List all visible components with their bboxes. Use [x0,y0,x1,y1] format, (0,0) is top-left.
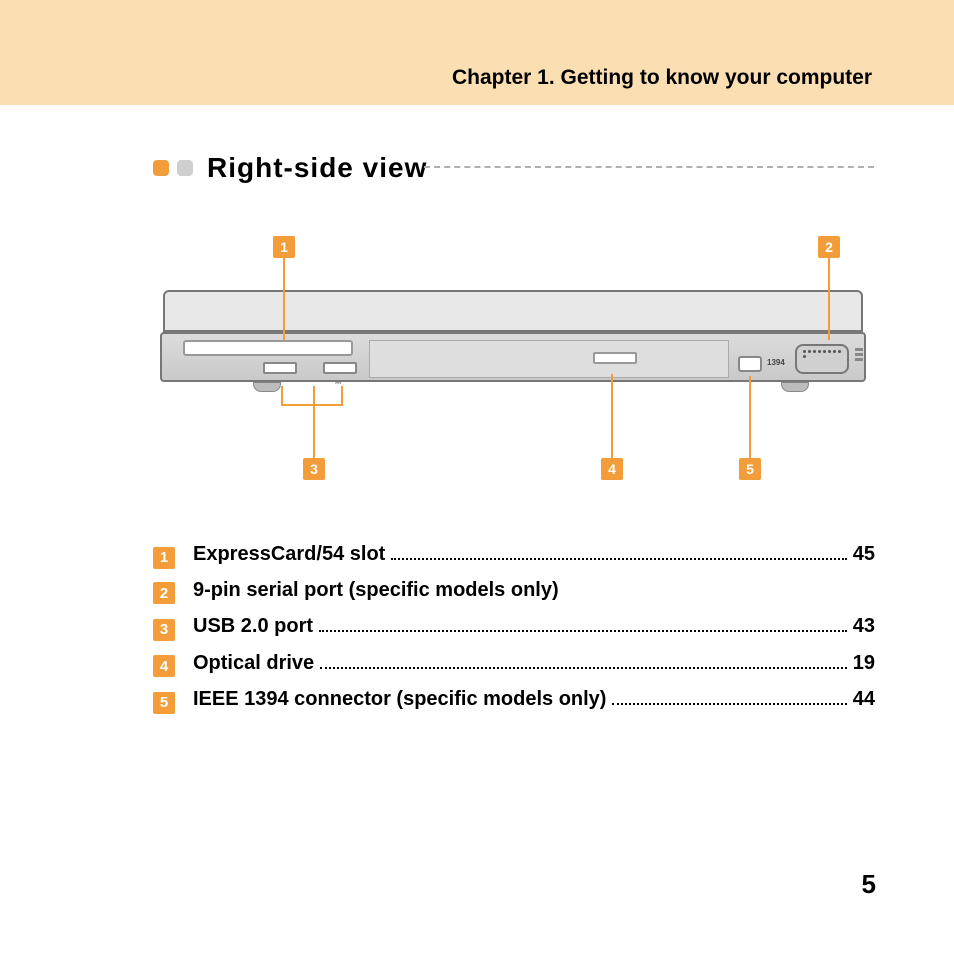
callout-badge-5: 5 [739,458,761,480]
section-heading: Right-side view [153,152,427,184]
legend-dot-leader [612,687,846,705]
callout-leader [749,376,751,458]
callout-leader [281,404,343,406]
ieee1394-label: 1394 [767,358,785,367]
legend-number-badge: 2 [153,582,175,604]
legend-dot-leader [391,542,846,560]
usb-port-icon [263,362,297,374]
legend-page: 19 [853,652,875,675]
legend-number-badge: 1 [153,547,175,569]
legend-row: 2 9-pin serial port (specific models onl… [153,579,875,603]
callout-badge-1: 1 [273,236,295,258]
legend-label: Optical drive [193,652,314,675]
legend-label: IEEE 1394 connector (specific models onl… [193,688,606,711]
bullet-orange-icon [153,160,169,176]
chassis-foot [781,382,809,392]
callout-badge-3: 3 [303,458,325,480]
legend-dot-leader [319,614,847,632]
legend-number-badge: 5 [153,692,175,714]
legend-label: ExpressCard/54 slot [193,543,385,566]
legend-number-badge: 4 [153,655,175,677]
page-number: 5 [862,869,876,900]
legend-dot-leader [320,651,847,669]
legend-page: 45 [853,543,875,566]
chapter-title: Chapter 1. Getting to know your computer [452,66,872,90]
expresscard-slot-icon [183,340,353,356]
optical-eject-button-icon [593,352,637,364]
legend-number-badge: 3 [153,619,175,641]
callout-badge-4: 4 [601,458,623,480]
legend-row: 5 IEEE 1394 connector (specific models o… [153,687,875,712]
chassis-foot [253,382,281,392]
legend-page: 44 [853,688,875,711]
bullet-grey-icon [177,160,193,176]
legend-page: 43 [853,615,875,638]
vent-icon [855,348,863,368]
serial-port-icon [795,344,849,374]
heading-dashed-rule [424,166,874,168]
callout-leader [341,386,343,404]
callout-leader [283,258,285,340]
serial-pins-icon [803,350,841,358]
callout-leader [313,386,315,458]
callout-leader [828,258,830,340]
callout-badge-2: 2 [818,236,840,258]
optical-drive-panel [369,340,729,378]
section-title: Right-side view [201,152,427,184]
ieee1394-port-icon [738,356,762,372]
laptop-side-illustration: ⎓ ⎓ 1394 [163,290,863,400]
legend-label: 9-pin serial port (specific models only) [193,579,559,602]
legend-row: 4 Optical drive 19 [153,651,875,676]
callout-leader [281,386,283,404]
usb-port-icon [323,362,357,374]
legend-list: 1 ExpressCard/54 slot 45 2 9-pin serial … [153,542,875,724]
legend-label: USB 2.0 port [193,615,313,638]
chassis-lid [163,290,863,332]
legend-row: 1 ExpressCard/54 slot 45 [153,542,875,567]
legend-row: 3 USB 2.0 port 43 [153,614,875,639]
right-side-diagram: ⎓ ⎓ 1394 1 2 3 4 5 [153,236,875,486]
callout-leader [611,374,613,458]
